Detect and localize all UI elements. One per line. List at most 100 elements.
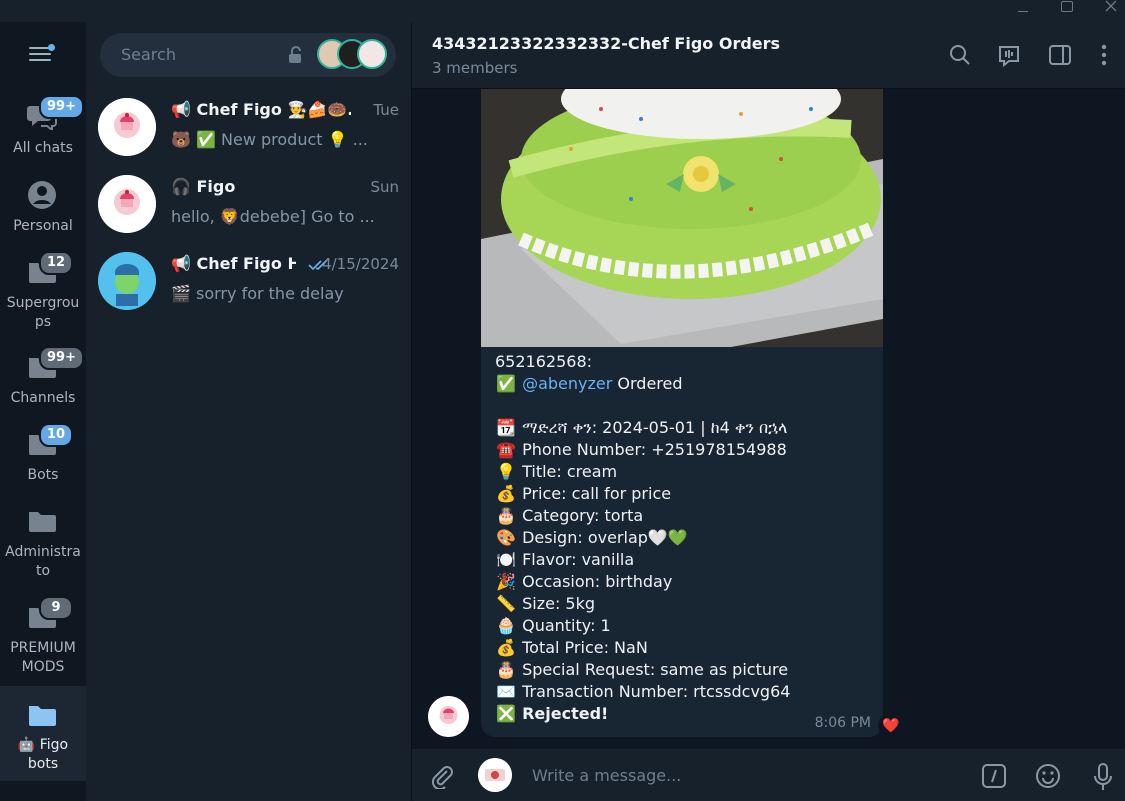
more-options-icon[interactable] bbox=[1100, 44, 1108, 66]
chat-preview: hello, 🦁debebe] Go to ... bbox=[171, 207, 375, 226]
order-line-text: ማድረሻ ቀን: 2024-05-01 | ከ4 ቀን በኋላ bbox=[522, 418, 788, 437]
money-bag-icon: 💰 bbox=[496, 484, 516, 503]
chat-time: Sun bbox=[370, 178, 399, 196]
folder-label-wrap: bots bbox=[27, 756, 59, 772]
folder-unread-badge: 10 bbox=[39, 423, 74, 447]
order-line-text: Quantity: 1 bbox=[522, 616, 611, 635]
category-line: 🎂 Category: torta bbox=[495, 505, 875, 527]
message-input[interactable]: Write a message... bbox=[532, 766, 681, 785]
folder-premium-mods[interactable]: 9 PREMIUM MODS bbox=[0, 596, 86, 679]
order-line-text: Occasion: birthday bbox=[522, 572, 673, 591]
folder-icon bbox=[29, 706, 56, 726]
search-icon[interactable] bbox=[949, 44, 971, 66]
title-line: 💡 Title: cream bbox=[495, 461, 875, 483]
plate-icon: 🍽️ bbox=[496, 550, 516, 569]
order-line-text: Size: 5kg bbox=[522, 594, 596, 613]
chef-figo-h-avatar bbox=[98, 252, 156, 310]
folder-label-wrap: to bbox=[35, 563, 51, 579]
search-bar[interactable]: Search bbox=[100, 33, 396, 77]
voice-chat-icon[interactable] bbox=[997, 44, 1021, 68]
maximize-button[interactable] bbox=[1050, 0, 1086, 22]
delivery-date-line: 📆 ማድረሻ ቀን: 2024-05-01 | ከ4 ቀን በኋላ bbox=[495, 417, 875, 439]
microphone-icon[interactable] bbox=[1093, 763, 1113, 791]
folder-supergroups[interactable]: 12 Supergrou ps bbox=[0, 251, 86, 334]
occasion-line: 🎉 Occasion: birthday bbox=[495, 571, 875, 593]
story-avatar bbox=[357, 39, 387, 69]
order-line-text: Price: call for price bbox=[522, 484, 672, 503]
folder-personal[interactable]: Personal bbox=[0, 181, 86, 243]
notification-dot bbox=[48, 44, 55, 51]
order-line-text: Total Price: NaN bbox=[522, 638, 648, 657]
folder-all-chats[interactable]: 99+ All chats bbox=[0, 95, 86, 164]
sender-avatar[interactable] bbox=[428, 696, 469, 737]
folder-administrator[interactable]: Administra to bbox=[0, 507, 86, 583]
emoji-icon[interactable] bbox=[1035, 763, 1061, 789]
attach-icon[interactable] bbox=[430, 763, 454, 789]
close-window-button[interactable] bbox=[1093, 0, 1125, 22]
check-icon: ✅ bbox=[496, 374, 516, 393]
chef-figo-avatar bbox=[98, 98, 156, 156]
close-icon bbox=[1105, 0, 1117, 12]
quantity-line: 🧁 Quantity: 1 bbox=[495, 615, 875, 637]
chat-preview: 🐻 ✅ New product 💡 ... bbox=[171, 130, 368, 149]
cupcake-icon: 🧁 bbox=[496, 616, 516, 635]
search-input[interactable]: Search bbox=[121, 45, 176, 64]
user-mention-link[interactable]: @abenyzer bbox=[522, 374, 612, 393]
chat-time: Tue bbox=[373, 101, 399, 119]
minimize-button[interactable] bbox=[1005, 0, 1041, 22]
cake-icon: 🎂 bbox=[496, 506, 516, 525]
order-line-text: Special Request: same as picture bbox=[522, 660, 789, 679]
bot-commands-icon[interactable] bbox=[981, 763, 1007, 789]
menu-icon-bar bbox=[29, 59, 51, 61]
cake-icon: 🎂 bbox=[496, 660, 516, 679]
message-bubble[interactable]: 652162568: ✅ @abenyzer Ordered 📆 ማድረሻ ቀን… bbox=[481, 89, 883, 737]
order-id-text: 652162568: bbox=[495, 352, 593, 371]
calendar-icon: 📆 bbox=[496, 418, 516, 437]
folder-label: PREMIUM bbox=[10, 640, 76, 656]
order-line-text: Design: overlap🤍💚 bbox=[522, 528, 688, 547]
order-line-text: Ordered bbox=[612, 374, 683, 393]
order-line-text: Flavor: vanilla bbox=[522, 550, 635, 569]
envelope-icon: ✉️ bbox=[496, 682, 516, 701]
figo-avatar bbox=[98, 175, 156, 233]
folder-label: 🤖 Figo bbox=[17, 737, 69, 753]
telephone-icon: ☎️ bbox=[496, 440, 516, 459]
folder-label: Administra bbox=[5, 544, 81, 560]
sticker-avatar[interactable] bbox=[478, 758, 512, 792]
cross-mark-icon: ❎ bbox=[496, 704, 516, 723]
member-count: 3 members bbox=[432, 59, 518, 77]
lightbulb-icon: 💡 bbox=[496, 462, 516, 481]
order-details: 652162568: ✅ @abenyzer Ordered 📆 ማድረሻ ቀን… bbox=[495, 351, 875, 725]
chat-header[interactable]: 43432123322332332-Chef Figo Orders 3 mem… bbox=[412, 22, 1125, 89]
money-bag-icon: 💰 bbox=[496, 638, 516, 657]
folder-label: Supergrou bbox=[6, 295, 80, 311]
folder-figo-bots[interactable]: 🤖 Figo bots bbox=[0, 686, 86, 781]
menu-button[interactable] bbox=[29, 44, 55, 65]
chat-list-panel: Search 📢 Chef Figo 👨‍🍳🍰🍩... Tue 🐻 ✅ New … bbox=[86, 22, 412, 801]
menu-icon-bar bbox=[29, 53, 51, 55]
chat-row[interactable]: 📢 Chef Figo H... 4/15/2024 🎬 sorry for t… bbox=[86, 243, 411, 320]
chat-name: 📢 Chef Figo H... bbox=[171, 254, 296, 273]
chat-title[interactable]: 43432123322332332-Chef Figo Orders bbox=[432, 34, 780, 53]
person-icon bbox=[28, 181, 56, 209]
order-line-text: Title: cream bbox=[522, 462, 618, 481]
folder-label: Personal bbox=[13, 218, 73, 234]
chat-name: 🎧 Figo bbox=[171, 177, 236, 196]
chat-row[interactable]: 🎧 Figo Sun hello, 🦁debebe] Go to ... bbox=[86, 166, 411, 243]
folder-label-wrap: ps bbox=[34, 314, 52, 330]
chat-row[interactable]: 📢 Chef Figo 👨‍🍳🍰🍩... Tue 🐻 ✅ New product… bbox=[86, 89, 411, 166]
stories-avatars[interactable] bbox=[317, 39, 389, 71]
special-request-line: 🎂 Special Request: same as picture bbox=[495, 659, 875, 681]
order-id: 652162568: bbox=[495, 351, 875, 373]
folder-unread-badge: 9 bbox=[39, 596, 73, 620]
sidebar-toggle-icon[interactable] bbox=[1048, 44, 1072, 66]
lock-icon[interactable] bbox=[287, 46, 305, 64]
folder-label: Channels bbox=[10, 390, 76, 406]
folder-unread-badge: 99+ bbox=[39, 346, 84, 370]
heart-reaction[interactable]: ❤️ bbox=[878, 713, 904, 739]
message-area[interactable]: 652162568: ✅ @abenyzer Ordered 📆 ማድረሻ ቀን… bbox=[412, 89, 1125, 749]
folder-bots[interactable]: 10 Bots bbox=[0, 423, 86, 492]
folder-channels[interactable]: 99+ Channels bbox=[0, 346, 86, 415]
cake-photo[interactable] bbox=[481, 89, 883, 347]
design-line: 🎨 Design: overlap🤍💚 bbox=[495, 527, 875, 549]
